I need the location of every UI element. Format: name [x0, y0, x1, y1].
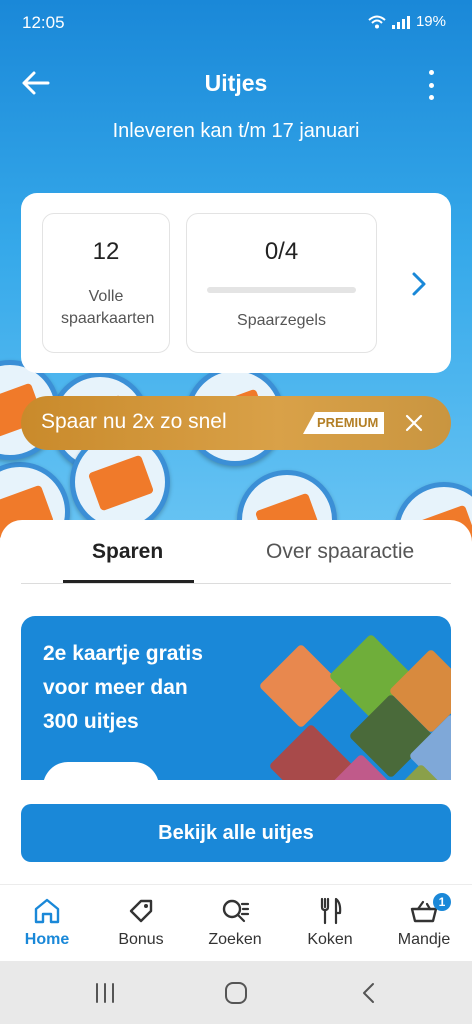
- stamps-tile: 0/4 Spaarzegels: [186, 213, 377, 353]
- bottom-navigation: Home Bonus Zoeken Koken 1 Mandje: [0, 884, 472, 961]
- fork-knife-icon: [320, 897, 342, 925]
- battery-percentage: 19%: [415, 13, 446, 30]
- stamps-label: Spaarzegels: [237, 312, 326, 329]
- tab-sparen[interactable]: Sparen: [92, 540, 163, 564]
- nav-label: Home: [24, 931, 70, 948]
- chevron-right-icon[interactable]: [411, 271, 427, 297]
- nav-mandje[interactable]: 1 Mandje: [377, 893, 471, 949]
- premium-banner[interactable]: Spaar nu 2x zo snel PREMIUM: [21, 396, 451, 450]
- home-button-icon[interactable]: [223, 981, 249, 1005]
- more-options-icon[interactable]: [426, 70, 436, 100]
- nav-zoeken[interactable]: Zoeken: [188, 895, 282, 949]
- savings-summary-card: 12 Volle spaarkaarten 0/4 Spaarzegels: [21, 193, 451, 373]
- page-title: Uitjes: [204, 70, 268, 96]
- status-icons: 19%: [368, 13, 446, 30]
- cart-count-badge: 1: [433, 893, 451, 911]
- stamps-progress-bar: [207, 287, 356, 293]
- nav-bonus[interactable]: Bonus: [94, 895, 188, 949]
- deadline-subtitle: Inleveren kan t/m 17 januari: [112, 120, 360, 142]
- search-icon: [222, 899, 250, 923]
- nav-label: Koken: [307, 931, 353, 948]
- full-cards-count: 12: [92, 238, 120, 265]
- tabs-divider: [21, 583, 451, 584]
- tab-over-spaaractie[interactable]: Over spaaractie: [266, 540, 414, 564]
- full-cards-tile: 12 Volle spaarkaarten: [42, 213, 170, 353]
- wifi-icon: [368, 15, 386, 28]
- nav-label: Mandje: [397, 931, 451, 948]
- promo-text-line: 300 uitjes: [43, 710, 139, 733]
- promo-text-line: voor meer dan: [43, 676, 188, 699]
- promo-text-line: 2e kaartje gratis: [43, 642, 203, 665]
- recent-apps-icon[interactable]: [92, 981, 118, 1005]
- premium-badge: PREMIUM: [303, 412, 385, 434]
- status-time: 12:05: [22, 13, 65, 32]
- back-icon[interactable]: [356, 981, 382, 1005]
- tab-bar: Sparen Over spaaractie: [0, 520, 472, 584]
- view-all-outings-button[interactable]: Bekijk alle uitjes: [21, 804, 451, 862]
- signal-icon: [391, 15, 410, 29]
- tag-icon: [129, 899, 153, 923]
- nav-home[interactable]: Home: [0, 895, 94, 949]
- system-navigation-bar: [0, 961, 472, 1024]
- cta-area: Bekijk alle uitjes: [0, 780, 472, 884]
- nav-label: Bonus: [118, 931, 164, 948]
- home-icon: [34, 898, 60, 924]
- nav-koken[interactable]: Koken: [283, 895, 377, 949]
- stamps-count: 0/4: [264, 238, 299, 265]
- premium-banner-text: Spaar nu 2x zo snel: [41, 410, 227, 433]
- close-icon[interactable]: [405, 414, 423, 432]
- nav-label: Zoeken: [208, 931, 262, 948]
- app-bar: Uitjes: [0, 56, 472, 112]
- status-bar: 12:05 19%: [0, 0, 472, 46]
- full-cards-label: Volle spaarkaarten: [61, 288, 155, 327]
